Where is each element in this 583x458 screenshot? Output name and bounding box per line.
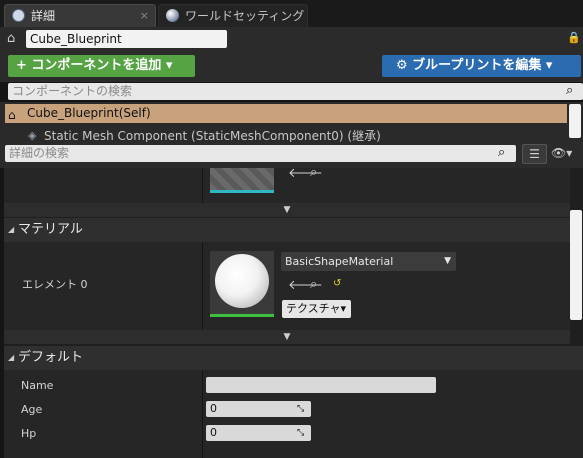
hp-value: 0 — [210, 426, 217, 439]
expand-arrow-icon[interactable]: ▼ — [4, 203, 570, 217]
category-material-title: マテリアル — [18, 222, 83, 237]
object-name-field[interactable]: Cube_Blueprint — [26, 30, 227, 48]
use-selected-icon[interactable]: 🡐 — [288, 165, 323, 181]
property-name-label: Name — [21, 379, 54, 392]
column-divider — [202, 242, 203, 330]
material-thumbnail[interactable] — [210, 251, 274, 317]
use-selected-icon[interactable]: 🡐 — [288, 277, 323, 293]
tree-scrollbar[interactable] — [569, 104, 581, 138]
spin-arrows-icon[interactable]: ⤡ — [297, 404, 307, 414]
detail-search-input[interactable]: 詳細の検索 — [5, 145, 516, 162]
material-value: BasicShapeMaterial — [285, 255, 394, 268]
tab-world-settings[interactable]: ワールドセッティング — [158, 4, 308, 27]
property-matrix-icon[interactable]: ☰ — [522, 144, 547, 164]
collapse-arrow-icon: ◢ — [8, 225, 15, 234]
category-material[interactable]: ◢ マテリアル — [4, 218, 570, 242]
material-dropdown[interactable]: BasicShapeMaterial ▼ — [281, 252, 456, 271]
tab-details-label: 詳細 — [31, 9, 56, 23]
sphere-preview — [215, 254, 269, 308]
collapse-arrow-icon: ◢ — [8, 353, 15, 362]
tree-item-static-mesh[interactable]: ◈ Static Mesh Component (StaticMeshCompo… — [28, 129, 568, 143]
column-divider — [202, 168, 203, 204]
world-icon — [166, 9, 179, 22]
texture-button[interactable]: テクスチャ▾ — [282, 300, 351, 318]
browse-icon[interactable]: ⌕ — [310, 165, 317, 180]
details-scrollbar[interactable] — [570, 210, 582, 320]
category-default[interactable]: ◢ デフォルト — [4, 346, 583, 370]
hp-input[interactable]: 0 ⤡ — [206, 425, 311, 441]
lock-icon[interactable]: 🔒 — [567, 31, 581, 45]
actor-icon: ⌂ — [7, 31, 16, 46]
name-input[interactable] — [206, 377, 436, 393]
close-icon[interactable]: × — [140, 5, 149, 27]
tree-item-static-mesh-label: Static Mesh Component (StaticMeshCompone… — [44, 129, 381, 143]
static-mesh-thumbnail[interactable] — [210, 168, 274, 193]
eye-icon[interactable]: 👁▾ — [551, 146, 579, 162]
add-component-button[interactable]: + コンポーネントを追加 ▾ — [8, 55, 195, 77]
property-hp-label: Hp — [21, 427, 37, 440]
tree-item-self[interactable]: ⌂ Cube_Blueprint(Self) — [5, 104, 567, 123]
reset-icon[interactable]: ↺ — [333, 278, 341, 289]
tab-world-settings-label: ワールドセッティング — [185, 9, 305, 23]
tree-item-self-label: Cube_Blueprint(Self) — [27, 106, 151, 120]
search-icon[interactable]: ⌕ — [566, 83, 580, 99]
component-search-input[interactable]: コンポーネントの検索 — [8, 83, 583, 100]
property-age-label: Age — [21, 403, 43, 416]
tab-details[interactable]: 詳細 × — [4, 4, 156, 27]
search-icon[interactable]: ⌕ — [498, 145, 514, 161]
age-input[interactable]: 0 ⤡ — [206, 401, 311, 417]
edit-blueprint-button[interactable]: ⚙ ブループリントを編集 ▾ — [382, 55, 581, 77]
static-mesh-row — [4, 168, 570, 204]
age-value: 0 — [210, 402, 217, 415]
expand-arrow-icon[interactable]: ▼ — [4, 330, 570, 344]
category-default-title: デフォルト — [18, 350, 84, 365]
browse-icon[interactable]: ⌕ — [310, 277, 317, 292]
details-icon — [12, 9, 25, 22]
element-0-label: エレメント 0 — [22, 278, 88, 291]
chevron-down-icon: ▼ — [444, 256, 451, 266]
mesh-icon: ◈ — [28, 129, 37, 142]
blueprint-icon: ⌂ — [8, 108, 16, 122]
spin-arrows-icon[interactable]: ⤡ — [297, 428, 307, 438]
column-divider — [202, 370, 203, 458]
